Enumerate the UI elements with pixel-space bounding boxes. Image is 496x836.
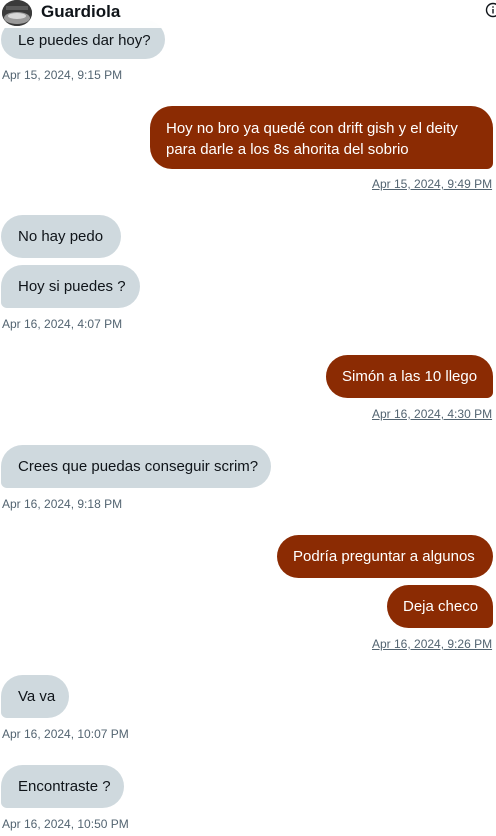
message-bubble-outgoing[interactable]: Deja checo: [387, 585, 493, 628]
conversation-header: Guardiola: [0, 0, 496, 28]
message-bubble-outgoing[interactable]: Podría preguntar a algunos: [277, 535, 493, 578]
message-timestamp: Apr 16, 2024, 10:07 PM: [2, 727, 129, 741]
message-text: Simón a las 10 llego: [342, 368, 478, 385]
message-text: Crees que puedas conseguir scrim?: [18, 458, 259, 475]
message-bubble-incoming[interactable]: Encontraste ?: [1, 765, 124, 808]
message-text: Podría preguntar a algunos: [293, 548, 475, 565]
message-text: No hay pedo: [18, 228, 104, 245]
message-timestamp: Apr 15, 2024, 9:15 PM: [2, 68, 123, 82]
message-text: Va va: [18, 688, 56, 705]
message-bubble-incoming[interactable]: Hoy si puedes ?: [1, 265, 140, 308]
message-text: Hoy si puedes ?: [18, 278, 126, 295]
message-timestamp: Apr 16, 2024, 10:50 PM: [2, 817, 129, 831]
message-bubble-incoming[interactable]: No hay pedo: [1, 215, 121, 258]
message-bubble-outgoing[interactable]: Simón a las 10 llego: [326, 355, 493, 398]
avatar[interactable]: [2, 0, 32, 26]
message-text: Deja checo: [403, 598, 479, 615]
message-bubble-outgoing[interactable]: Hoy no bro ya quedé con drift gish y el …: [150, 106, 493, 169]
message-timestamp[interactable]: Apr 15, 2024, 9:49 PM: [372, 177, 492, 191]
message-text-line: para darle a los 8s ahorita del sobrio: [166, 141, 409, 158]
message-timestamp: Apr 16, 2024, 9:18 PM: [2, 497, 123, 511]
contact-name[interactable]: Guardiola: [41, 3, 120, 21]
message-text-line: Hoy no bro ya quedé con drift gish y el …: [166, 120, 458, 137]
message-timestamp[interactable]: Apr 16, 2024, 4:30 PM: [372, 407, 492, 421]
message-bubble-incoming[interactable]: Crees que puedas conseguir scrim?: [1, 445, 271, 488]
message-timestamp: Apr 16, 2024, 4:07 PM: [2, 317, 123, 331]
message-timestamp[interactable]: Apr 16, 2024, 9:26 PM: [372, 637, 492, 651]
message-text: Le puedes dar hoy?: [18, 32, 151, 49]
message-bubble-incoming[interactable]: Va va: [1, 675, 69, 718]
message-text: Encontraste ?: [18, 778, 111, 795]
info-icon[interactable]: [485, 2, 496, 18]
